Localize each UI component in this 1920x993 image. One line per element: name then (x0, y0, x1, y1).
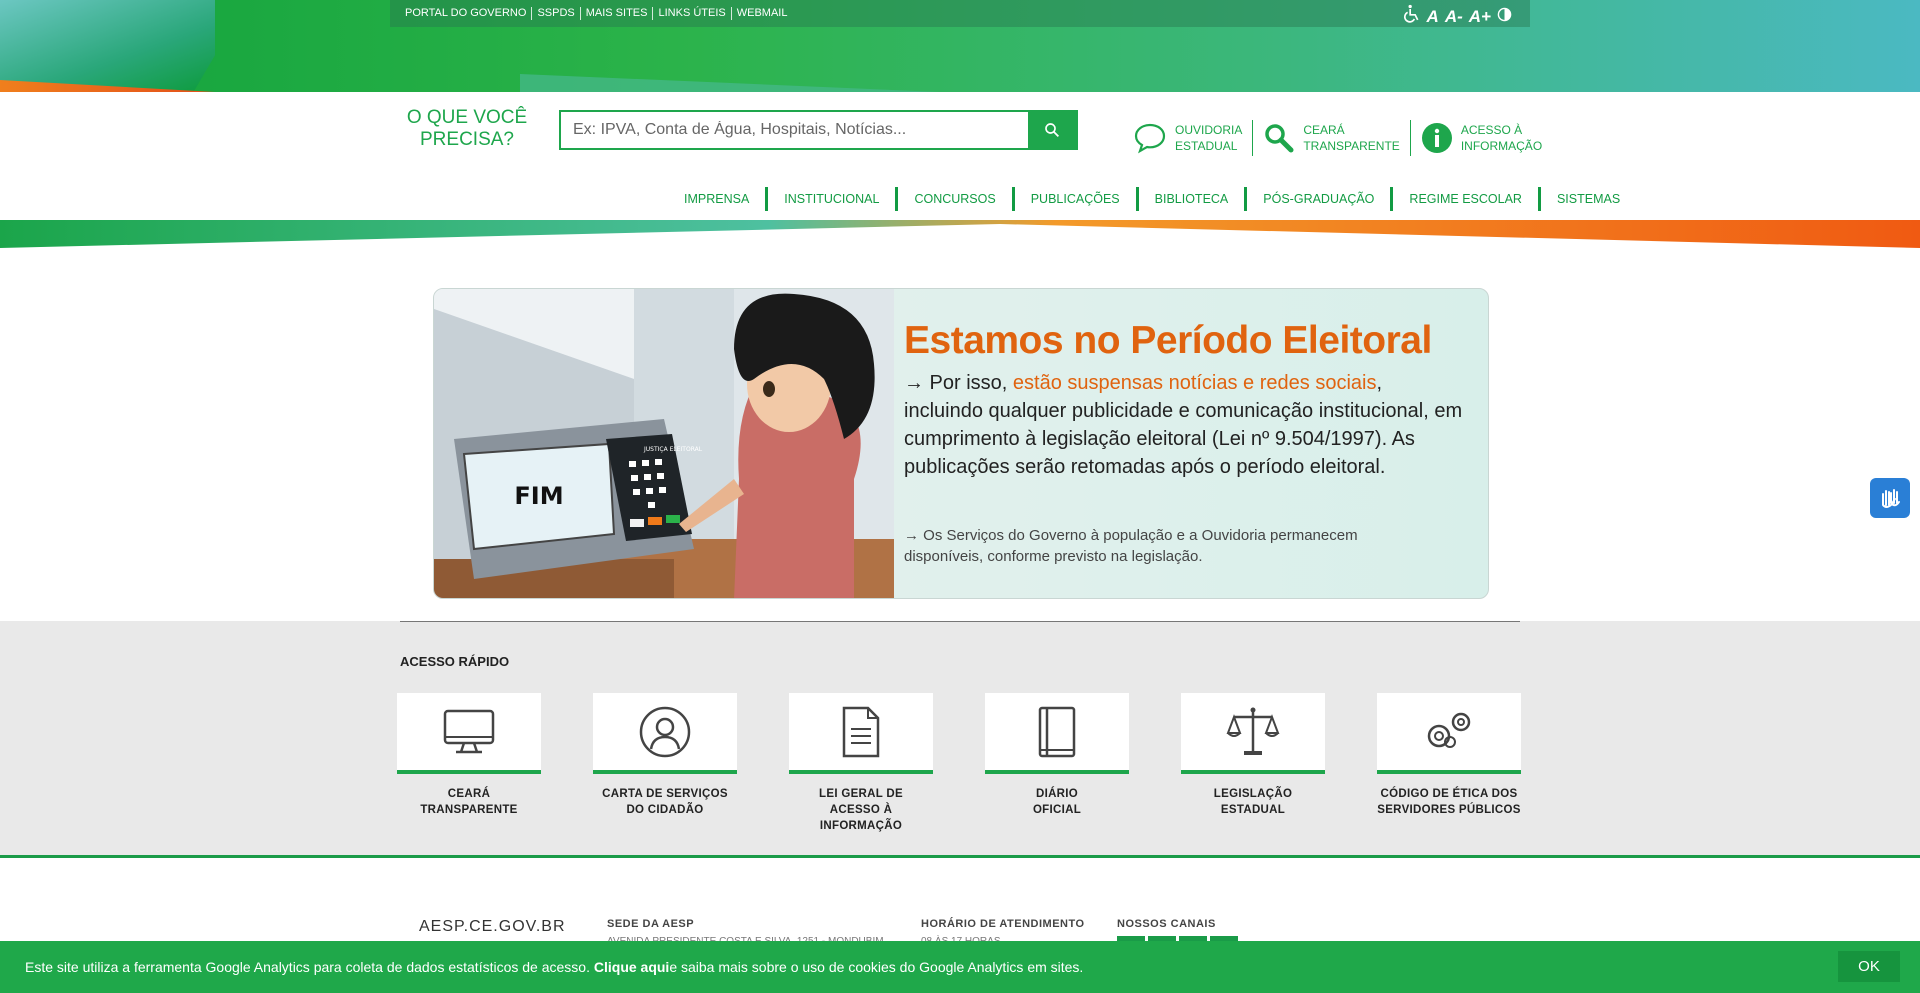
transparente-line2: TRANSPARENTE (1303, 139, 1400, 153)
contrast-icon[interactable] (1497, 7, 1512, 27)
decorative-stripe (0, 220, 1920, 248)
nav-concursos[interactable]: CONCURSOS (895, 187, 1011, 211)
font-reset-button[interactable]: A (1427, 7, 1439, 27)
card-lei-acesso-informacao[interactable]: LEI GERAL DE ACESSO À INFORMAÇÃO (789, 693, 933, 834)
card-legislacao-estadual[interactable]: LEGISLAÇÃO ESTADUAL (1181, 693, 1325, 834)
ouvidoria-line1: OUVIDORIA (1175, 123, 1243, 137)
footer-site-name: AESP.CE.GOV.BR (419, 918, 566, 935)
card-label: CÓDIGO DE ÉTICA DOS SERVIDORES PÚBLICOS (1377, 788, 1521, 816)
card-icon-box (985, 693, 1129, 774)
search-button[interactable] (1028, 112, 1076, 148)
footer-sede-title: SEDE DA AESP (607, 918, 695, 930)
gov-link-webmail[interactable]: WEBMAIL (730, 7, 793, 20)
informacao-line2: INFORMAÇÃO (1460, 139, 1543, 153)
divider (400, 621, 1520, 622)
card-icon-box (789, 693, 933, 774)
card-label: DIÁRIO OFICIAL (1032, 788, 1082, 816)
header-quick-links: OUVIDORIA ESTADUAL CEARÁ TRANSPARENTE ACES… (1133, 120, 1552, 156)
gov-link-mais-sites[interactable]: MAIS SITES (579, 7, 653, 20)
quick-access-section: ACESSO RÁPIDO CEARÁ TRANSPARENTE CARTA D… (0, 621, 1920, 855)
election-banner: FIM JUSTIÇA ELEITORAL Estamos no Período… (433, 288, 1489, 599)
banner-lead: → Por isso, estão suspensas notícias e r… (904, 369, 1464, 481)
footer-horario-title: HORÁRIO DE ATENDIMENTO (921, 918, 1085, 930)
font-increase-button[interactable]: A+ (1469, 7, 1491, 27)
card-codigo-etica[interactable]: CÓDIGO DE ÉTICA DOS SERVIDORES PÚBLICOS (1377, 693, 1521, 834)
gov-link-portal[interactable]: PORTAL DO GOVERNO (405, 7, 531, 20)
hands-icon (1882, 489, 1900, 508)
quick-access-cards: CEARÁ TRANSPARENTE CARTA DE SERVIÇOS DO … (397, 693, 1521, 834)
search-input[interactable] (561, 112, 1028, 148)
speech-bubble-icon (1134, 123, 1166, 154)
banner-note: → Os Serviços do Governo à população e a… (904, 527, 1358, 565)
acesso-informacao-link[interactable]: ACESSO À INFORMAÇÃO (1409, 120, 1552, 156)
ceara-transparente-link[interactable]: CEARÁ TRANSPARENTE (1252, 120, 1409, 156)
accessibility-controls: A A- A+ (1401, 4, 1512, 29)
banner-title: Estamos no Período Eleitoral (904, 319, 1432, 362)
nav-sistemas[interactable]: SISTEMAS (1537, 187, 1636, 211)
book-icon (1038, 706, 1076, 757)
card-carta-servicos[interactable]: CARTA DE SERVIÇOS DO CIDADÃO (593, 693, 737, 834)
card-icon-box (1181, 693, 1325, 774)
search-prompt: O QUE VOCÊ PRECISA? (406, 107, 528, 150)
card-ceara-transparente[interactable]: CEARÁ TRANSPARENTE (397, 693, 541, 834)
cookie-banner: Este site utiliza a ferramenta Google An… (0, 941, 1920, 993)
search-bar (559, 110, 1078, 150)
decorative-shape (0, 0, 215, 92)
nav-institucional[interactable]: INSTITUCIONAL (765, 187, 895, 211)
urna-screen-text: FIM (514, 482, 563, 510)
card-icon-box (1377, 693, 1521, 774)
card-label: CARTA DE SERVIÇOS DO CIDADÃO (602, 788, 728, 816)
card-label: LEGISLAÇÃO ESTADUAL (1213, 788, 1293, 816)
nav-imprensa[interactable]: IMPRENSA (670, 187, 765, 211)
search-icon (1045, 123, 1060, 138)
nav-regime-escolar[interactable]: REGIME ESCOLAR (1390, 187, 1538, 211)
nav-publicacoes[interactable]: PUBLICAÇÕES (1011, 187, 1136, 211)
gov-link-sspds[interactable]: SSPDS (531, 7, 579, 20)
nav-pos-graduacao[interactable]: PÓS-GRADUAÇÃO (1244, 187, 1390, 211)
transparente-line1: CEARÁ (1303, 123, 1345, 137)
footer-divider (0, 855, 1920, 858)
card-label: LEI GERAL DE ACESSO À INFORMAÇÃO (819, 788, 903, 832)
footer-canais-title: NOSSOS CANAIS (1117, 918, 1216, 930)
nav-biblioteca[interactable]: BIBLIOTECA (1135, 187, 1245, 211)
voting-illustration: FIM JUSTIÇA ELEITORAL (434, 289, 894, 598)
monitor-icon (443, 709, 495, 753)
card-icon-box (397, 693, 541, 774)
decorative-shape (520, 74, 940, 92)
user-icon (639, 706, 691, 757)
ouvidoria-link[interactable]: OUVIDORIA ESTADUAL (1133, 120, 1252, 156)
banner-lead-highlight: estão suspensas notícias e redes sociais (1012, 372, 1377, 394)
cookie-text-after: e saiba mais sobre o uso de cookies do G… (669, 959, 1084, 975)
cookie-ok-button[interactable]: OK (1838, 951, 1900, 982)
document-icon (842, 706, 880, 757)
magnifier-icon (1265, 124, 1294, 153)
sign-language-widget[interactable] (1870, 478, 1910, 518)
quick-access-title: ACESSO RÁPIDO (400, 654, 510, 669)
gears-icon (1427, 712, 1471, 748)
government-bar: PORTAL DO GOVERNO SSPDS MAIS SITES LINKS… (390, 0, 1530, 27)
main-nav: IMPRENSA INSTITUCIONAL CONCURSOS PUBLICA… (670, 187, 1636, 211)
informacao-line1: ACESSO À (1460, 123, 1523, 137)
info-icon (1421, 123, 1452, 153)
wheelchair-icon[interactable] (1401, 4, 1421, 29)
gov-link-links-uteis[interactable]: LINKS ÚTEIS (652, 7, 730, 20)
urna-label: JUSTIÇA ELEITORAL (643, 446, 703, 453)
font-decrease-button[interactable]: A- (1445, 7, 1463, 27)
card-diario-oficial[interactable]: DIÁRIO OFICIAL (985, 693, 1129, 834)
scales-icon (1226, 707, 1280, 755)
card-label: CEARÁ TRANSPARENTE (420, 788, 518, 816)
cookie-link[interactable]: Clique aqui (594, 959, 669, 975)
ouvidoria-line2: ESTADUAL (1175, 139, 1238, 153)
card-icon-box (593, 693, 737, 774)
cookie-text-before: Este site utiliza a ferramenta Google An… (25, 959, 590, 975)
banner-lead-prefix: → Por isso, (904, 372, 1013, 394)
